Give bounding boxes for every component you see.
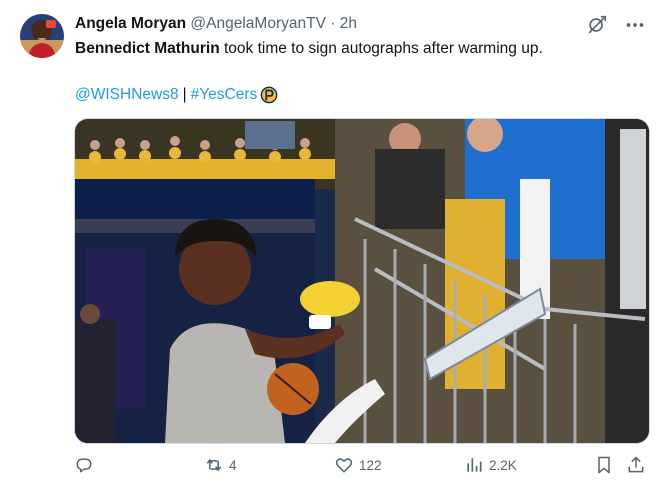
mention-link[interactable]: @WISHNews8 (75, 85, 179, 105)
like-button[interactable]: 122 (334, 455, 382, 475)
hashtag-link[interactable]: #YesCers (191, 85, 258, 105)
tweet-links: @WISHNews8 | #YesCers (75, 85, 278, 105)
like-count: 122 (359, 457, 382, 473)
retweet-icon (206, 458, 222, 472)
reply-icon (76, 458, 92, 473)
link-separator: | (182, 86, 187, 103)
separator-dot: · (330, 15, 336, 32)
tweet-video[interactable] (74, 118, 650, 444)
timestamp[interactable]: 2h (340, 15, 357, 32)
retweet-count: 4 (229, 457, 237, 473)
author-name[interactable]: Angela Moryan (75, 15, 186, 32)
share-icon (628, 456, 644, 473)
like-icon (335, 458, 353, 473)
views-button[interactable]: 2.2K (464, 455, 517, 475)
retweet-button[interactable]: 4 (204, 455, 237, 475)
bookmark-icon (598, 456, 610, 474)
tweet-text-body: took time to sign autographs after warmi… (219, 40, 543, 57)
share-button[interactable] (626, 455, 646, 475)
author-handle[interactable]: @AngelaMoryanTV (190, 15, 326, 32)
mentioned-name: Bennedict Mathurin (75, 40, 220, 57)
views-icon (467, 458, 482, 472)
tweet-card[interactable]: Angela Moryan @AngelaMoryanTV · 2h Benne… (0, 0, 660, 487)
grok-icon[interactable] (586, 14, 608, 36)
more-icon[interactable] (624, 14, 646, 36)
tweet-actions: 4 122 2.2K (74, 455, 648, 479)
avatar[interactable] (20, 14, 64, 58)
pacers-logo-icon (260, 86, 278, 104)
tweet-text: Bennedict Mathurin took time to sign aut… (75, 39, 645, 59)
views-count: 2.2K (489, 457, 517, 473)
tweet-header: Angela Moryan @AngelaMoryanTV · 2h (75, 14, 357, 34)
bookmark-button[interactable] (594, 455, 614, 475)
reply-button[interactable] (74, 455, 94, 475)
top-actions (586, 14, 646, 36)
